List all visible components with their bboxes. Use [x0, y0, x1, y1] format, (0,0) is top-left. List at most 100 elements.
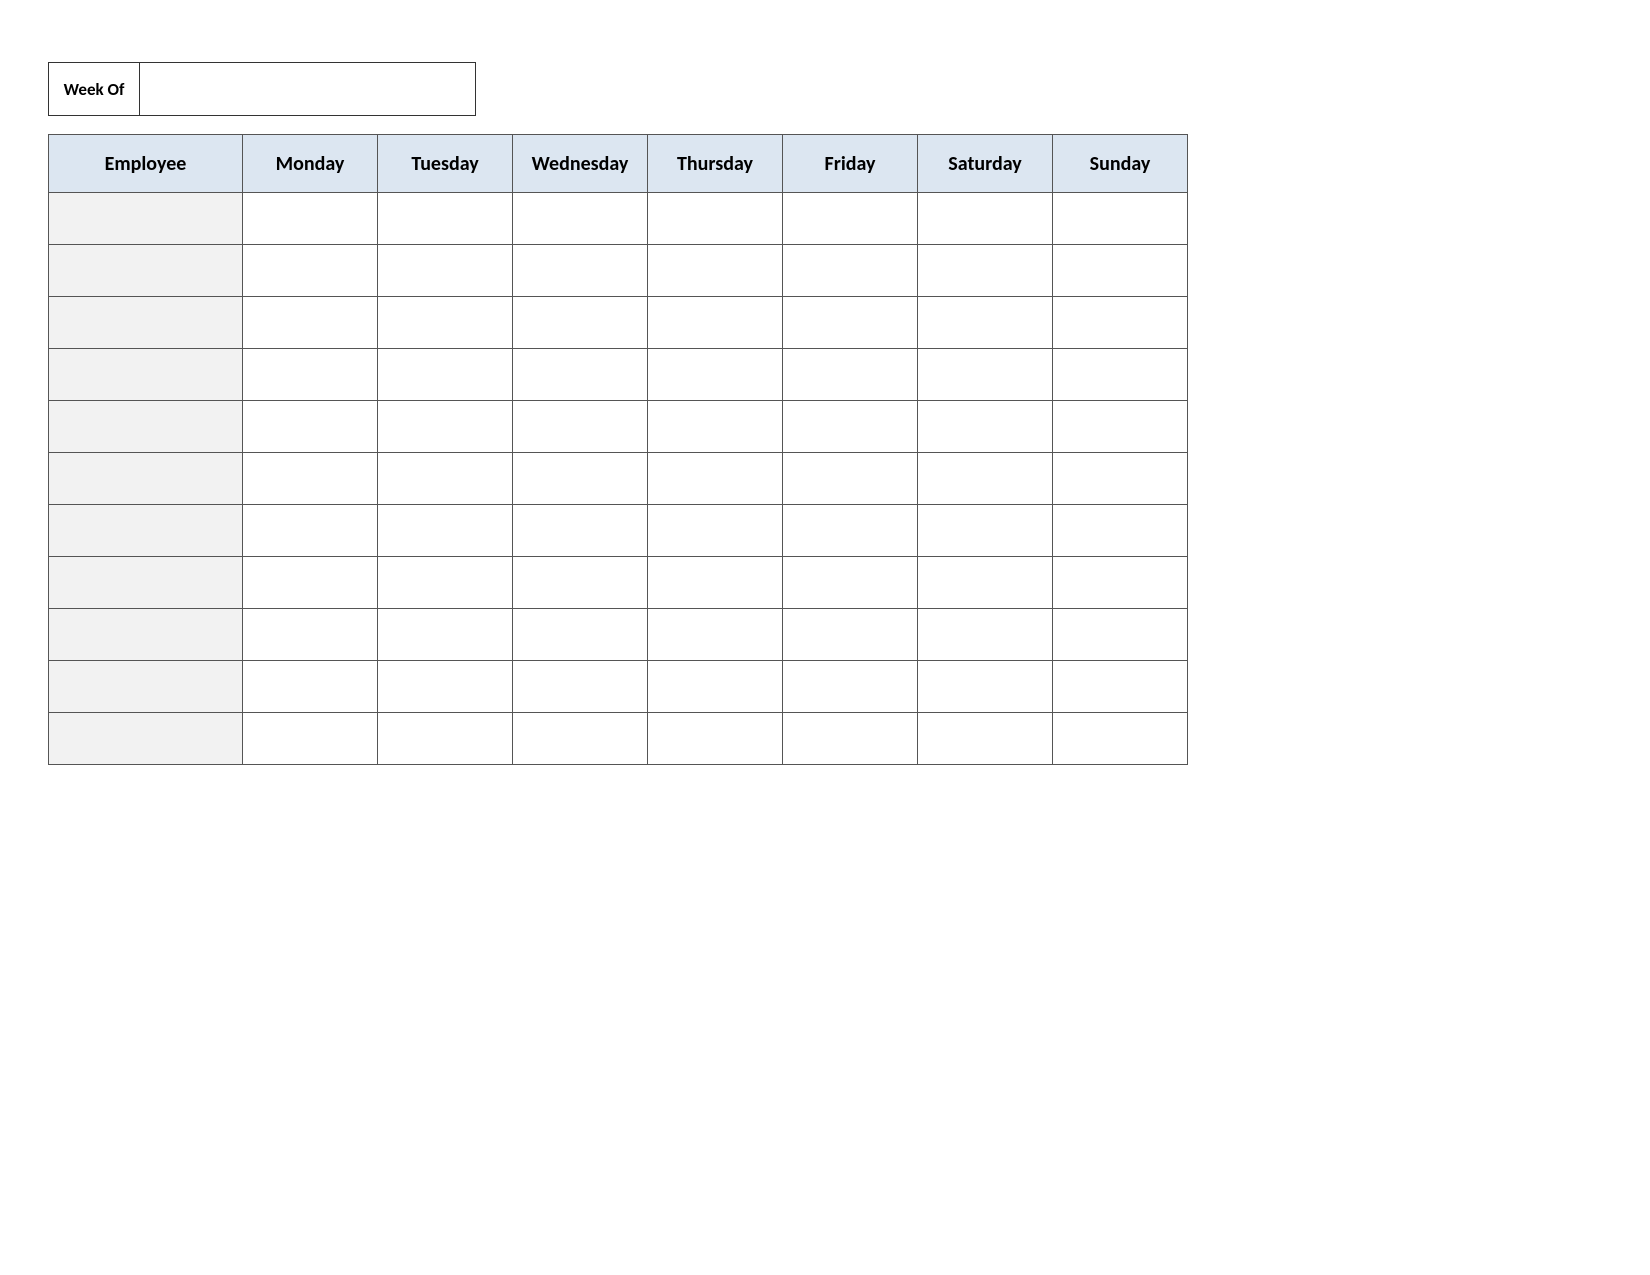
day-cell[interactable]	[783, 661, 918, 713]
day-cell[interactable]	[918, 505, 1053, 557]
day-cell[interactable]	[648, 713, 783, 765]
employee-cell[interactable]	[49, 245, 243, 297]
day-cell[interactable]	[243, 453, 378, 505]
employee-cell[interactable]	[49, 349, 243, 401]
day-cell[interactable]	[243, 505, 378, 557]
table-row	[49, 609, 1188, 661]
day-cell[interactable]	[783, 557, 918, 609]
day-cell[interactable]	[918, 661, 1053, 713]
day-cell[interactable]	[648, 401, 783, 453]
day-cell[interactable]	[918, 297, 1053, 349]
day-cell[interactable]	[648, 609, 783, 661]
day-cell[interactable]	[783, 245, 918, 297]
day-cell[interactable]	[513, 505, 648, 557]
day-cell[interactable]	[378, 245, 513, 297]
day-cell[interactable]	[513, 661, 648, 713]
header-row: Employee Monday Tuesday Wednesday Thursd…	[49, 135, 1188, 193]
day-cell[interactable]	[243, 713, 378, 765]
day-cell[interactable]	[648, 349, 783, 401]
day-cell[interactable]	[378, 505, 513, 557]
day-cell[interactable]	[1053, 557, 1188, 609]
day-cell[interactable]	[1053, 297, 1188, 349]
day-cell[interactable]	[1053, 609, 1188, 661]
day-cell[interactable]	[1053, 713, 1188, 765]
day-cell[interactable]	[783, 349, 918, 401]
day-cell[interactable]	[513, 713, 648, 765]
day-cell[interactable]	[243, 557, 378, 609]
day-cell[interactable]	[1053, 401, 1188, 453]
day-cell[interactable]	[918, 349, 1053, 401]
employee-cell[interactable]	[49, 609, 243, 661]
day-cell[interactable]	[378, 661, 513, 713]
day-cell[interactable]	[243, 609, 378, 661]
day-cell[interactable]	[378, 401, 513, 453]
day-cell[interactable]	[243, 245, 378, 297]
tuesday-header: Tuesday	[378, 135, 513, 193]
day-cell[interactable]	[918, 401, 1053, 453]
day-cell[interactable]	[378, 453, 513, 505]
day-cell[interactable]	[243, 193, 378, 245]
employee-cell[interactable]	[49, 505, 243, 557]
schedule-body	[49, 193, 1188, 765]
employee-cell[interactable]	[49, 557, 243, 609]
day-cell[interactable]	[918, 609, 1053, 661]
day-cell[interactable]	[783, 193, 918, 245]
day-cell[interactable]	[783, 453, 918, 505]
employee-cell[interactable]	[49, 193, 243, 245]
day-cell[interactable]	[378, 193, 513, 245]
day-cell[interactable]	[513, 193, 648, 245]
day-cell[interactable]	[513, 245, 648, 297]
day-cell[interactable]	[918, 193, 1053, 245]
wednesday-header: Wednesday	[513, 135, 648, 193]
day-cell[interactable]	[513, 297, 648, 349]
employee-cell[interactable]	[49, 401, 243, 453]
day-cell[interactable]	[378, 557, 513, 609]
day-cell[interactable]	[1053, 661, 1188, 713]
day-cell[interactable]	[783, 609, 918, 661]
day-cell[interactable]	[648, 245, 783, 297]
day-cell[interactable]	[243, 349, 378, 401]
employee-cell[interactable]	[49, 661, 243, 713]
day-cell[interactable]	[648, 505, 783, 557]
employee-cell[interactable]	[49, 297, 243, 349]
week-of-input[interactable]	[140, 62, 476, 116]
day-cell[interactable]	[918, 245, 1053, 297]
day-cell[interactable]	[513, 453, 648, 505]
day-cell[interactable]	[783, 401, 918, 453]
day-cell[interactable]	[243, 297, 378, 349]
day-cell[interactable]	[513, 609, 648, 661]
day-cell[interactable]	[648, 453, 783, 505]
day-cell[interactable]	[1053, 193, 1188, 245]
day-cell[interactable]	[378, 609, 513, 661]
day-cell[interactable]	[378, 349, 513, 401]
day-cell[interactable]	[513, 401, 648, 453]
day-cell[interactable]	[648, 661, 783, 713]
day-cell[interactable]	[1053, 349, 1188, 401]
day-cell[interactable]	[513, 349, 648, 401]
employee-header: Employee	[49, 135, 243, 193]
day-cell[interactable]	[378, 297, 513, 349]
day-cell[interactable]	[513, 557, 648, 609]
schedule-document: Week Of Employee Monday Tuesday Wednesda…	[48, 62, 1188, 765]
table-row	[49, 557, 1188, 609]
employee-cell[interactable]	[49, 453, 243, 505]
day-cell[interactable]	[783, 297, 918, 349]
day-cell[interactable]	[378, 713, 513, 765]
day-cell[interactable]	[783, 505, 918, 557]
day-cell[interactable]	[918, 557, 1053, 609]
day-cell[interactable]	[918, 453, 1053, 505]
day-cell[interactable]	[918, 713, 1053, 765]
day-cell[interactable]	[1053, 245, 1188, 297]
day-cell[interactable]	[1053, 505, 1188, 557]
week-of-row: Week Of	[48, 62, 1188, 116]
day-cell[interactable]	[243, 401, 378, 453]
employee-cell[interactable]	[49, 713, 243, 765]
day-cell[interactable]	[783, 713, 918, 765]
day-cell[interactable]	[648, 193, 783, 245]
table-row	[49, 245, 1188, 297]
day-cell[interactable]	[648, 557, 783, 609]
day-cell[interactable]	[243, 661, 378, 713]
day-cell[interactable]	[648, 297, 783, 349]
table-row	[49, 661, 1188, 713]
day-cell[interactable]	[1053, 453, 1188, 505]
